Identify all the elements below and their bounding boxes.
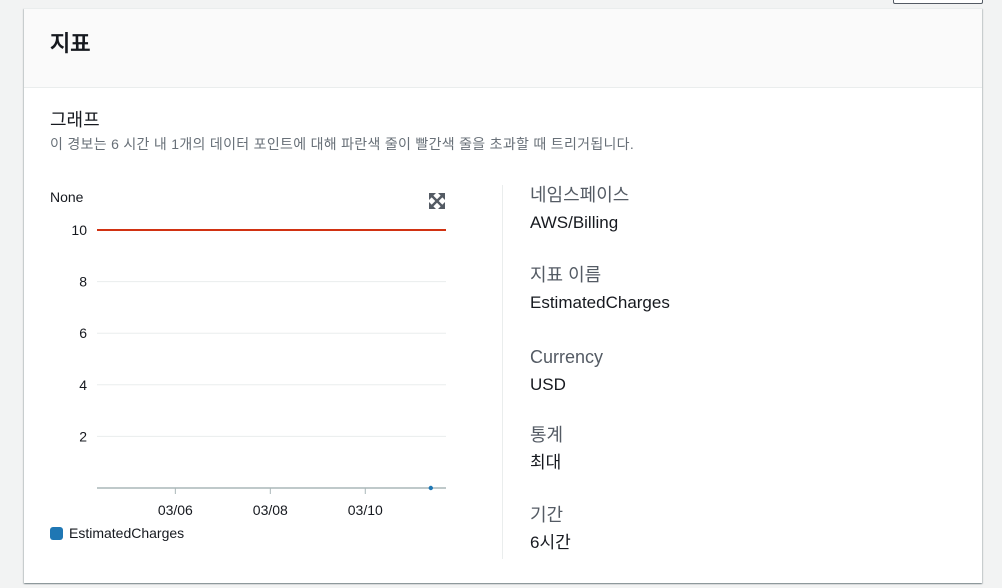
chart-legend[interactable]: EstimatedCharges: [50, 523, 184, 543]
graph-section-title: 그래프: [50, 110, 100, 130]
y-tick-label: 6: [79, 325, 87, 341]
detail-key: Currency: [530, 347, 604, 367]
top-action-button[interactable]: [893, 0, 983, 4]
detail-value: USD: [530, 375, 566, 394]
detail-value: 최대: [530, 453, 562, 472]
detail-key: 통계: [530, 425, 564, 445]
detail-currency: Currency USD: [530, 345, 603, 397]
metric-chart: None 2 4 6 8 10 03/06 03/08 03/10 EstimatedChar…: [24, 179, 484, 559]
y-tick-label: 10: [71, 222, 87, 238]
detail-namespace: 네임스페이스 AWS/Billing: [530, 183, 629, 235]
y-tick-label: 4: [79, 377, 87, 393]
metric-panel: 지표 그래프 이 경보는 6 시간 내 1개의 데이터 포인트에 대해 파란색 …: [24, 8, 982, 583]
detail-key: 네임스페이스: [530, 185, 630, 205]
y-tick-label: 2: [79, 428, 87, 444]
detail-value: 6시간: [530, 533, 571, 552]
x-tick-label: 03/08: [253, 502, 288, 518]
column-divider: [502, 185, 503, 559]
detail-period: 기간 6시간: [530, 503, 571, 555]
panel-header: 지표: [24, 9, 982, 88]
chart-canvas: 2 4 6 8 10 03/06 03/08 03/10: [71, 222, 446, 518]
detail-statistic: 통계 최대: [530, 423, 563, 475]
y-tick-label: 8: [79, 274, 87, 290]
detail-metric-name: 지표 이름 EstimatedCharges: [530, 263, 670, 315]
panel-title: 지표: [50, 31, 91, 56]
detail-value: AWS/Billing: [530, 213, 619, 232]
detail-value: EstimatedCharges: [530, 293, 670, 312]
series-data-point: [428, 485, 434, 491]
legend-label: EstimatedCharges: [69, 525, 185, 541]
detail-key: 지표 이름: [530, 265, 602, 285]
detail-key: 기간: [530, 505, 564, 525]
x-tick-label: 03/10: [348, 502, 383, 518]
x-tick-label: 03/06: [158, 502, 193, 518]
legend-swatch: [50, 526, 63, 540]
graph-description: 이 경보는 6 시간 내 1개의 데이터 포인트에 대해 파란색 줄이 빨간색 …: [50, 136, 635, 152]
